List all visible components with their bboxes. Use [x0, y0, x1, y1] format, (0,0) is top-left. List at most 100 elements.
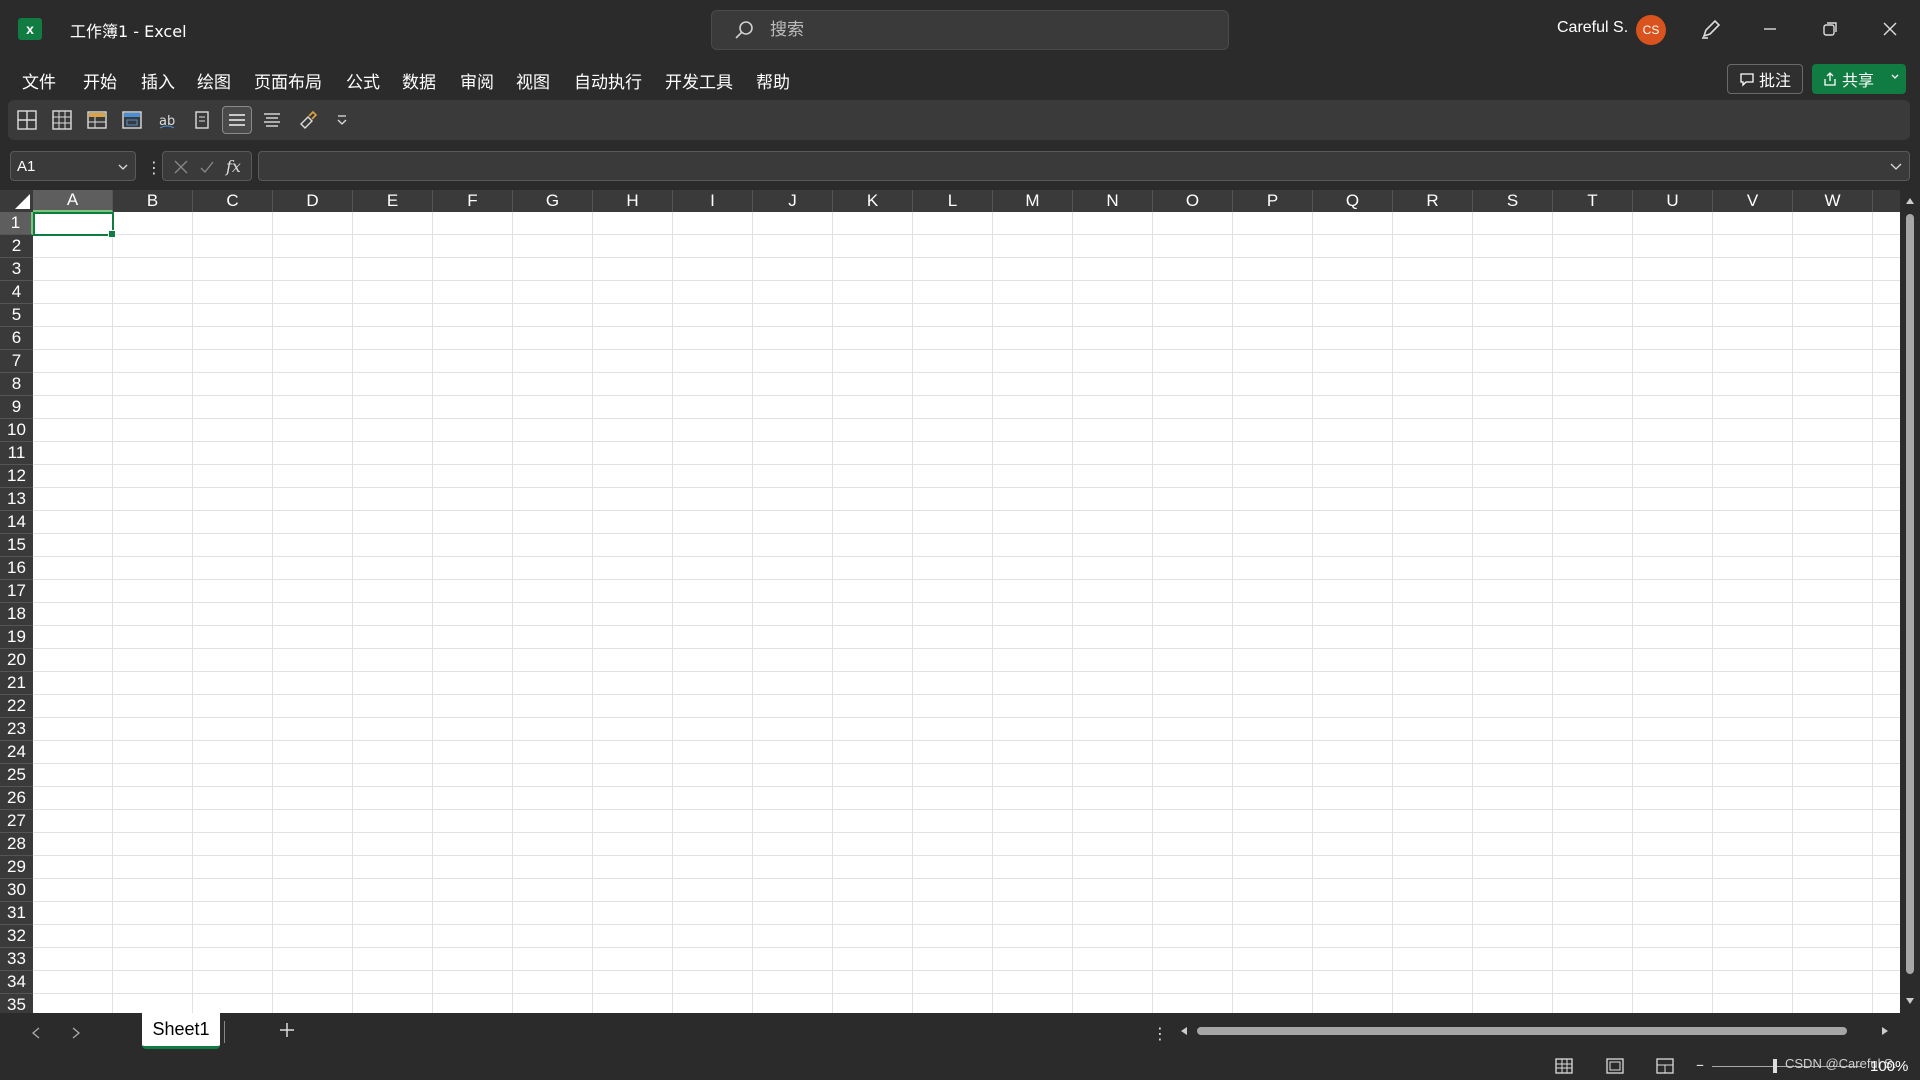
row-header[interactable]: 19 — [0, 626, 33, 649]
row-header[interactable]: 12 — [0, 465, 33, 488]
row-header[interactable]: 8 — [0, 373, 33, 396]
column-header[interactable]: R — [1393, 190, 1473, 212]
column-header[interactable]: M — [993, 190, 1073, 212]
row-header[interactable]: 7 — [0, 350, 33, 373]
column-header[interactable]: P — [1233, 190, 1313, 212]
cell-styles-button[interactable] — [117, 106, 147, 134]
column-header[interactable]: D — [273, 190, 353, 212]
scroll-right-icon[interactable] — [1880, 1026, 1890, 1036]
column-header[interactable]: B — [113, 190, 193, 212]
user-name[interactable]: Careful S. — [1557, 19, 1628, 37]
restore-button[interactable] — [1815, 14, 1845, 44]
row-header[interactable]: 26 — [0, 787, 33, 810]
row-header[interactable]: 2 — [0, 235, 33, 258]
align-justify-button[interactable] — [257, 106, 287, 134]
chevron-down-icon[interactable] — [1890, 72, 1900, 82]
column-header[interactable]: Q — [1313, 190, 1393, 212]
menu-item-view[interactable]: 视图 — [516, 68, 550, 93]
page-break-view-button[interactable] — [1653, 1055, 1677, 1077]
normal-view-button[interactable] — [1552, 1055, 1576, 1077]
row-header[interactable]: 1 — [0, 212, 33, 235]
menu-item-help[interactable]: 帮助 — [756, 68, 790, 93]
close-button[interactable] — [1875, 14, 1905, 44]
comments-button[interactable]: 批注 — [1727, 64, 1803, 94]
more-options-icon[interactable]: ⋮ — [146, 158, 162, 177]
menu-item-draw[interactable]: 绘图 — [197, 68, 231, 93]
column-header[interactable]: J — [753, 190, 833, 212]
column-header[interactable]: G — [513, 190, 593, 212]
row-header[interactable]: 20 — [0, 649, 33, 672]
minimize-button[interactable] — [1755, 14, 1785, 44]
column-header[interactable]: K — [833, 190, 913, 212]
next-sheet-button[interactable] — [64, 1021, 88, 1045]
menu-item-page-layout[interactable]: 页面布局 — [254, 68, 322, 93]
row-header[interactable]: 11 — [0, 442, 33, 465]
select-all-button[interactable] — [0, 190, 33, 212]
phonetic-button[interactable]: ab — [152, 106, 182, 134]
align-center-button[interactable] — [222, 106, 252, 134]
column-header[interactable]: O — [1153, 190, 1233, 212]
format-table-button[interactable] — [82, 106, 112, 134]
row-header[interactable]: 23 — [0, 718, 33, 741]
zoom-out-button[interactable]: – — [1696, 1055, 1704, 1074]
row-header[interactable]: 17 — [0, 580, 33, 603]
row-header[interactable]: 4 — [0, 281, 33, 304]
row-header[interactable]: 31 — [0, 902, 33, 925]
row-header[interactable]: 6 — [0, 327, 33, 350]
customize-toolbar-button[interactable] — [327, 106, 357, 134]
scroll-up-icon[interactable] — [1905, 196, 1915, 206]
scroll-left-icon[interactable] — [1179, 1026, 1189, 1036]
menu-item-review[interactable]: 审阅 — [460, 68, 494, 93]
sheet-tab-sheet1[interactable]: Sheet1 — [142, 1013, 220, 1049]
row-header[interactable]: 18 — [0, 603, 33, 626]
menu-item-home[interactable]: 开始 — [83, 68, 117, 93]
row-header[interactable]: 10 — [0, 419, 33, 442]
search-input[interactable] — [768, 19, 1208, 41]
column-header[interactable]: A — [33, 190, 113, 212]
horizontal-scroll-thumb[interactable] — [1197, 1027, 1847, 1035]
row-header[interactable]: 27 — [0, 810, 33, 833]
insert-function-icon[interactable]: fx — [225, 157, 247, 177]
row-header[interactable]: 9 — [0, 396, 33, 419]
borders-grid-button[interactable] — [47, 106, 77, 134]
column-header[interactable]: W — [1793, 190, 1873, 212]
row-header[interactable]: 22 — [0, 695, 33, 718]
row-header[interactable]: 25 — [0, 764, 33, 787]
row-header[interactable]: 5 — [0, 304, 33, 327]
row-header[interactable]: 34 — [0, 971, 33, 994]
scroll-down-icon[interactable] — [1905, 996, 1915, 1006]
cancel-icon[interactable] — [173, 159, 189, 175]
row-header[interactable]: 21 — [0, 672, 33, 695]
row-header[interactable]: 13 — [0, 488, 33, 511]
cells-area[interactable] — [33, 212, 1900, 1013]
row-header[interactable]: 30 — [0, 879, 33, 902]
menu-item-data[interactable]: 数据 — [402, 68, 436, 93]
search-box[interactable] — [711, 10, 1229, 50]
page-layout-view-button[interactable] — [1603, 1055, 1627, 1077]
column-header[interactable]: V — [1713, 190, 1793, 212]
menu-item-automate[interactable]: 自动执行 — [574, 68, 642, 93]
pen-button[interactable] — [1698, 16, 1724, 42]
column-header[interactable]: F — [433, 190, 513, 212]
chevron-down-icon[interactable] — [117, 161, 129, 173]
row-header[interactable]: 15 — [0, 534, 33, 557]
formula-input[interactable] — [258, 151, 1910, 181]
row-header[interactable]: 35 — [0, 994, 33, 1013]
more-options-icon[interactable]: ⋮ — [1152, 1024, 1168, 1043]
row-header[interactable]: 29 — [0, 856, 33, 879]
zoom-slider-thumb[interactable] — [1773, 1059, 1777, 1073]
vertical-scroll-thumb[interactable] — [1906, 214, 1914, 974]
expand-formula-bar-icon[interactable] — [1889, 160, 1903, 174]
column-header[interactable]: C — [193, 190, 273, 212]
vertical-scrollbar[interactable] — [1900, 190, 1920, 1013]
column-header[interactable]: S — [1473, 190, 1553, 212]
row-header[interactable]: 14 — [0, 511, 33, 534]
menu-item-insert[interactable]: 插入 — [141, 68, 175, 93]
row-header[interactable]: 32 — [0, 925, 33, 948]
menu-item-file[interactable]: 文件 — [22, 68, 56, 93]
active-cell[interactable] — [33, 212, 116, 238]
menu-item-formulas[interactable]: 公式 — [346, 68, 380, 93]
format-painter-button[interactable] — [292, 106, 322, 134]
menu-item-developer[interactable]: 开发工具 — [665, 68, 733, 93]
row-header[interactable]: 16 — [0, 557, 33, 580]
